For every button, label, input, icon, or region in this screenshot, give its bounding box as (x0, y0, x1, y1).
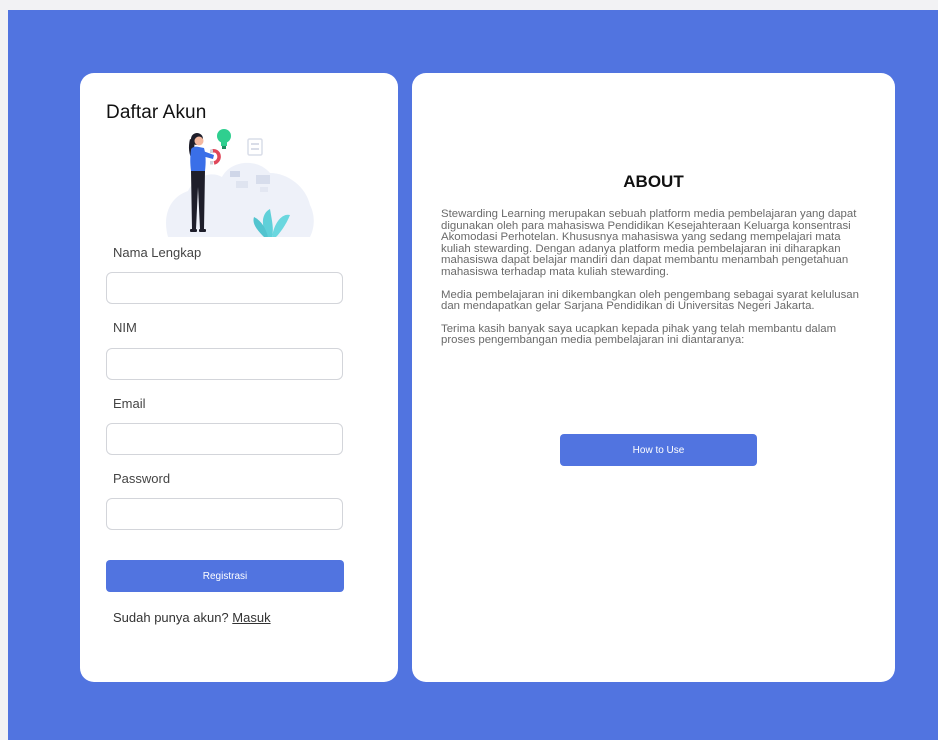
login-prompt: Sudah punya akun? Masuk (113, 610, 271, 625)
about-title: ABOUT (623, 172, 684, 191)
password-input[interactable] (106, 498, 343, 530)
nim-label: NIM (113, 320, 137, 335)
how-to-use-button[interactable]: How to Use (560, 434, 757, 466)
email-label: Email (113, 396, 146, 411)
login-link[interactable]: Masuk (232, 610, 270, 625)
page-background: Daftar Akun Nama Lengkap NIM Email Passw… (8, 10, 938, 740)
email-input[interactable] (106, 423, 343, 455)
about-card: ABOUT Stewarding Learning merupakan sebu… (412, 73, 895, 682)
about-body: Stewarding Learning merupakan sebuah pla… (441, 208, 871, 358)
register-button[interactable]: Registrasi (106, 560, 344, 592)
password-label: Password (113, 471, 171, 486)
about-paragraph-1: Stewarding Learning merupakan sebuah pla… (441, 208, 857, 278)
nim-input[interactable] (106, 348, 343, 380)
register-card: Daftar Akun Nama Lengkap NIM Email Passw… (80, 73, 398, 682)
about-paragraph-2: Media pembelajaran ini dikembangkan oleh… (441, 288, 859, 313)
person-lightbulb-illustration-icon (166, 129, 314, 237)
full-name-input[interactable] (106, 272, 343, 304)
about-paragraph-3: Terima kasih banyak saya ucapkan kepada … (441, 322, 837, 347)
login-prompt-text: Sudah punya akun? (113, 610, 229, 625)
full-name-label: Nama Lengkap (113, 245, 202, 260)
